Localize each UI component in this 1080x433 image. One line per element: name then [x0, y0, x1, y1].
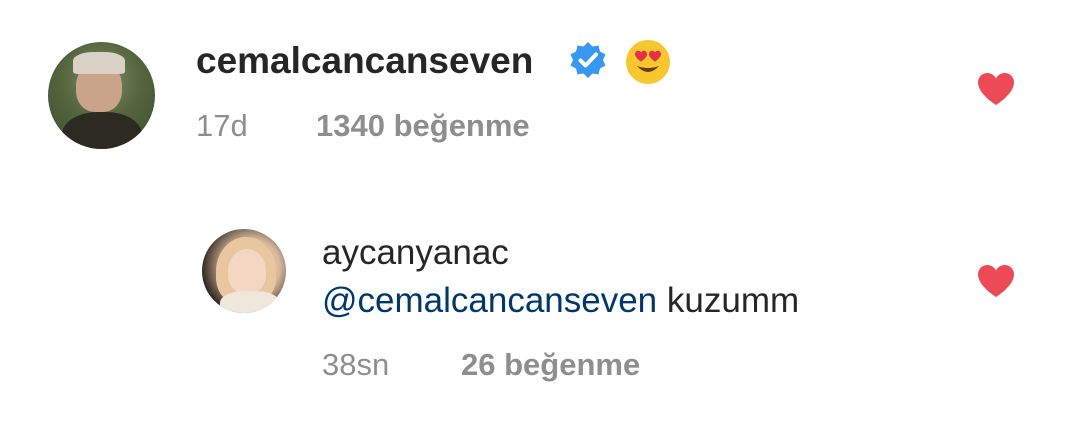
- comment-item: cemalcancanseven 17d 1340 beğenme: [0, 0, 1080, 200]
- avatar[interactable]: [48, 42, 155, 149]
- mention-link[interactable]: @cemalcancanseven: [322, 281, 657, 320]
- heart-icon[interactable]: [976, 263, 1016, 299]
- comment-likes-count[interactable]: 1340 beğenme: [316, 110, 530, 141]
- reply-text: @cemalcancanseven kuzumm: [322, 283, 799, 318]
- reply-item: aycanyanac @cemalcancanseven kuzumm 38sn…: [0, 215, 1080, 415]
- reply-body: kuzumm: [666, 281, 800, 320]
- reply-timestamp: 38sn: [322, 347, 390, 382]
- reply-likes-count[interactable]: 26 beğenme: [461, 349, 640, 380]
- verified-badge-icon: [570, 42, 606, 78]
- avatar-figure-face: [228, 249, 266, 293]
- reply-username[interactable]: aycanyanac: [322, 235, 509, 270]
- avatar[interactable]: [202, 229, 286, 313]
- avatar-figure-body: [62, 112, 142, 149]
- avatar-figure-body: [220, 291, 280, 313]
- comment-timestamp: 17d: [196, 108, 248, 143]
- avatar-figure-hat: [73, 52, 125, 74]
- heart-icon[interactable]: [976, 71, 1016, 107]
- heart-eyes-emoji-icon: [626, 40, 670, 84]
- comment-username[interactable]: cemalcancanseven: [196, 42, 533, 79]
